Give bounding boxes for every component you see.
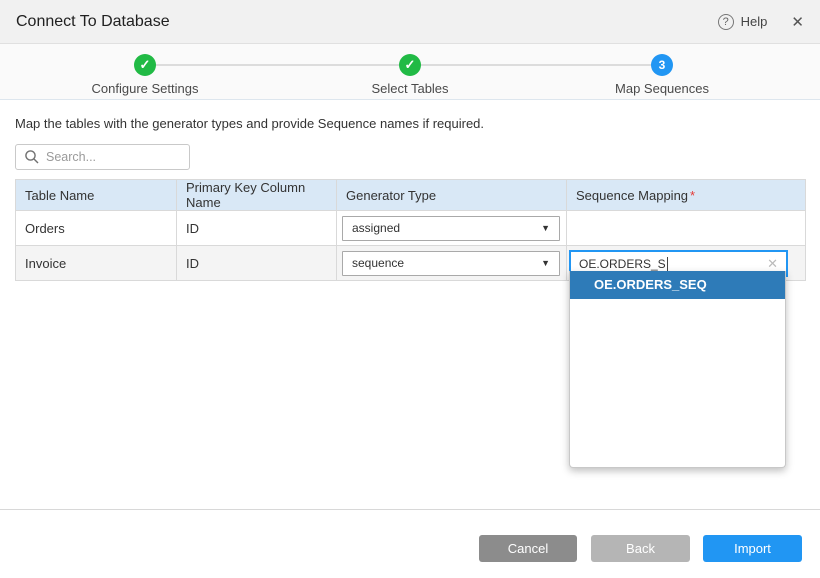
clear-icon[interactable]: ✕ xyxy=(767,256,778,272)
titlebar: Connect To Database ? Help ✕ xyxy=(0,0,820,44)
wizard-stepper: ✓ Configure Settings ✓ Select Tables 3 M… xyxy=(0,44,820,100)
search-box xyxy=(15,144,190,170)
step-3-map-sequences[interactable]: 3 xyxy=(651,54,673,76)
step-3-label: Map Sequences xyxy=(562,81,762,96)
generator-type-value: assigned xyxy=(352,221,400,235)
cell-table-name: Invoice xyxy=(16,246,177,281)
table-header-row: Table Name Primary Key Column Name Gener… xyxy=(16,180,806,211)
generator-type-select-orders[interactable]: assigned ▼ xyxy=(342,216,560,241)
table-row: Orders ID assigned ▼ xyxy=(16,211,806,246)
import-button[interactable]: Import xyxy=(703,535,802,562)
header-generator-type: Generator Type xyxy=(337,180,567,211)
suggestion-item[interactable]: OE.ORDERS_SEQ xyxy=(570,271,785,299)
footer-divider xyxy=(0,509,820,510)
cell-primary-key: ID xyxy=(177,246,337,281)
help-label: Help xyxy=(741,14,768,29)
description-text: Map the tables with the generator types … xyxy=(15,116,805,131)
sequence-mapping-table: Table Name Primary Key Column Name Gener… xyxy=(15,179,806,281)
titlebar-actions: ? Help ✕ xyxy=(718,13,804,31)
step-number: 3 xyxy=(659,58,666,72)
step-1-configure-settings[interactable]: ✓ xyxy=(134,54,156,76)
search-icon xyxy=(24,149,40,165)
header-sequence-mapping: Sequence Mapping* xyxy=(567,180,806,211)
header-table-name: Table Name xyxy=(16,180,177,211)
page-title: Connect To Database xyxy=(16,13,170,31)
dropdown-arrow-icon: ▼ xyxy=(541,258,550,268)
cancel-button[interactable]: Cancel xyxy=(479,535,577,562)
cell-table-name: Orders xyxy=(16,211,177,246)
step-connector-2 xyxy=(410,64,662,66)
step-2-select-tables[interactable]: ✓ xyxy=(399,54,421,76)
cell-primary-key: ID xyxy=(177,211,337,246)
cell-generator-type: sequence ▼ xyxy=(337,246,567,281)
search-input[interactable] xyxy=(15,144,190,170)
connect-to-database-dialog: Connect To Database ? Help ✕ ✓ Configure… xyxy=(0,0,820,578)
generator-type-value: sequence xyxy=(352,256,404,270)
step-2-label: Select Tables xyxy=(310,81,510,96)
check-icon: ✓ xyxy=(140,57,151,73)
header-sequence-mapping-label: Sequence Mapping xyxy=(576,188,688,203)
required-marker: * xyxy=(690,188,695,203)
cell-sequence-mapping-orders[interactable] xyxy=(567,211,806,246)
dropdown-arrow-icon: ▼ xyxy=(541,223,550,233)
close-icon[interactable]: ✕ xyxy=(791,13,804,31)
check-icon: ✓ xyxy=(405,57,416,73)
cell-generator-type: assigned ▼ xyxy=(337,211,567,246)
header-primary-key: Primary Key Column Name xyxy=(177,180,337,211)
generator-type-select-invoice[interactable]: sequence ▼ xyxy=(342,251,560,276)
text-caret xyxy=(667,257,668,271)
help-icon: ? xyxy=(718,14,734,30)
sequence-mapping-value: OE.ORDERS_S xyxy=(579,257,666,271)
help-button[interactable]: ? Help xyxy=(718,14,768,30)
step-connector-1 xyxy=(145,64,410,66)
back-button[interactable]: Back xyxy=(591,535,690,562)
step-1-label: Configure Settings xyxy=(45,81,245,96)
sequence-suggestion-dropdown: OE.ORDERS_SEQ xyxy=(569,271,786,468)
